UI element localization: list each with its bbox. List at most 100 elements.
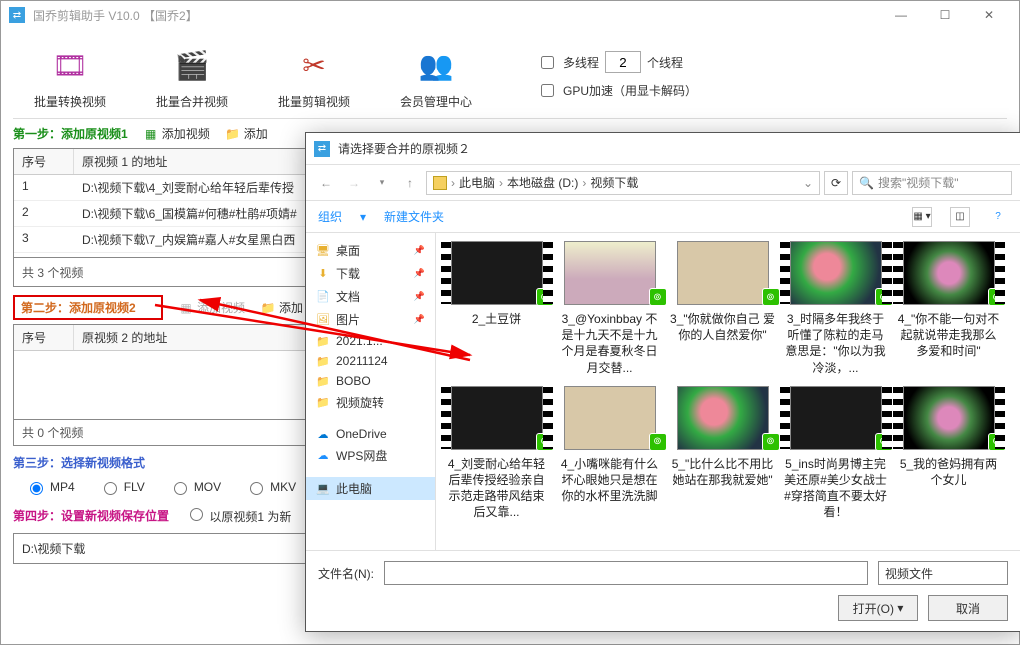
sidebar-item[interactable]: 🖼图片📌 (306, 308, 435, 331)
sidebar-item[interactable]: 📁视频旋转 (306, 391, 435, 414)
cancel-button[interactable]: 取消 (928, 595, 1008, 621)
organize-button[interactable]: 组织 (318, 208, 342, 225)
wechat-badge-icon: ⊚ (762, 288, 780, 306)
use-src-path[interactable]: 以原视频1 为新 (185, 505, 291, 525)
sidebar-item[interactable]: 📁BOBO (306, 371, 435, 391)
cell-num: 2 (14, 201, 74, 226)
dialog-title: 请选择要合并的原视频２ (338, 140, 470, 157)
sidebar-item[interactable]: 📁2021.1... (306, 331, 435, 351)
format-mov[interactable]: MOV (169, 479, 221, 495)
sidebar-label: 桌面 (336, 242, 360, 259)
format-mkv[interactable]: MKV (245, 479, 296, 495)
add-video2-button[interactable]: ▦ 添加视频 (179, 299, 245, 316)
sidebar-label: 文档 (336, 288, 360, 305)
dialog-footer: 文件名(N): 视频文件 打开(O) ▾ 取消 (306, 550, 1020, 631)
gpu-option[interactable]: GPU加速（用显卡解码） (537, 81, 697, 100)
video-thumbnail: ⊚ (677, 386, 769, 450)
file-thumb[interactable]: ⊚5_我的爸妈拥有两个女儿 (896, 386, 1001, 521)
step3-label: 第三步：选择新视频格式 (13, 454, 145, 471)
sidebar-item[interactable]: 📄文档📌 (306, 285, 435, 308)
sidebar-icon: 💻 (316, 482, 330, 496)
sidebar-label: 2021.1... (336, 334, 383, 348)
sidebar-label: 视频旋转 (336, 394, 384, 411)
minimize-button[interactable]: — (879, 1, 923, 29)
maximize-button[interactable]: ☐ (923, 1, 967, 29)
file-name: 3_@Yoxinbbay 不是十九天不是十九个月是春夏秋冬日月交替... (557, 311, 662, 376)
sidebar-item[interactable]: ☁WPS网盘 (306, 444, 435, 467)
sidebar-item[interactable]: 💻此电脑 (306, 477, 435, 500)
tool-cut[interactable]: ✂ 批量剪辑视频 (269, 41, 359, 110)
crumb[interactable]: 此电脑 (459, 174, 495, 191)
video-thumbnail: ⊚ (677, 241, 769, 305)
file-thumb[interactable]: ⊚4_刘雯耐心给年轻后辈传授经验亲自示范走路带风结束后又靠... (444, 386, 549, 521)
wechat-badge-icon: ⊚ (988, 288, 1006, 306)
nav-forward-button[interactable]: → (342, 171, 366, 195)
new-folder-button[interactable]: 新建文件夹 (384, 208, 444, 225)
file-grid: ⊚2_土豆饼⊚3_@Yoxinbbay 不是十九天不是十九个月是春夏秋冬日月交替… (436, 233, 1020, 550)
close-button[interactable]: ✕ (967, 1, 1011, 29)
video-thumbnail: ⊚ (451, 241, 543, 305)
folder-icon (433, 176, 447, 190)
sidebar-icon: 📁 (316, 374, 330, 388)
view-mode-button[interactable]: ▦ ▾ (912, 207, 932, 227)
crumb[interactable]: 本地磁盘 (D:) (507, 174, 578, 191)
file-thumb[interactable]: ⊚2_土豆饼 (444, 241, 549, 376)
pin-icon: 📌 (414, 245, 425, 256)
dialog-sidebar: 🖥桌面📌⬇下载📌📄文档📌🖼图片📌📁2021.1...📁20211124📁BOBO… (306, 233, 436, 550)
help-button[interactable]: ? (988, 207, 1008, 227)
sidebar-item[interactable]: ☁OneDrive (306, 424, 435, 444)
tool-convert[interactable]: 🎞 批量转换视频 (25, 41, 115, 110)
file-thumb[interactable]: ⊚3_@Yoxinbbay 不是十九天不是十九个月是春夏秋冬日月交替... (557, 241, 662, 376)
tool-member[interactable]: 👥 会员管理中心 (391, 41, 481, 110)
sidebar-item[interactable]: 📁20211124 (306, 351, 435, 371)
open-button[interactable]: 打开(O) ▾ (838, 595, 918, 621)
add-folder2-button[interactable]: 📁 添加 (261, 299, 303, 316)
step1-label: 第一步：添加原视频1 (13, 125, 128, 142)
search-input[interactable]: 🔍 搜索"视频下载" (852, 171, 1012, 195)
add-video1-button[interactable]: ▦ 添加视频 (144, 125, 210, 142)
cell-num: 3 (14, 227, 74, 252)
multithread-option[interactable]: 多线程 个线程 (537, 51, 697, 73)
dialog-titlebar: 请选择要合并的原视频２ (306, 133, 1020, 165)
breadcrumb[interactable]: › 此电脑 › 本地磁盘 (D:) › 视频下载 ⌄ (426, 171, 820, 195)
refresh-button[interactable]: ⟳ (824, 171, 848, 195)
filename-input[interactable] (384, 561, 868, 585)
thread-count-input[interactable] (605, 51, 641, 73)
video-thumbnail: ⊚ (790, 386, 882, 450)
app-icon (314, 141, 330, 157)
preview-pane-button[interactable]: ◫ (950, 207, 970, 227)
tool-merge[interactable]: 🎬 批量合并视频 (147, 41, 237, 110)
tool-label: 批量转换视频 (34, 93, 106, 110)
file-thumb[interactable]: ⊚5_ins时尚男博主完美还原#美少女战士#穿搭简直不要太好看！ (783, 386, 888, 521)
plus-icon: ▦ (144, 127, 158, 141)
sidebar-item[interactable]: 🖥桌面📌 (306, 239, 435, 262)
col-number: 序号 (14, 149, 74, 174)
file-name: 3_时隔多年我终于听懂了陈粒的走马意思是："你以为我冷淡，... (783, 311, 888, 376)
wechat-badge-icon: ⊚ (536, 433, 554, 451)
filter-dropdown[interactable]: 视频文件 (878, 561, 1008, 585)
file-thumb[interactable]: ⊚3_"你就做你自己 爱你的人自然爱你" (670, 241, 775, 376)
dialog-toolbar: 组织 ▾ 新建文件夹 ▦ ▾ ◫ ? (306, 201, 1020, 233)
col-number: 序号 (14, 325, 74, 350)
nav-back-button[interactable]: ← (314, 171, 338, 195)
chevron-down-icon[interactable]: ⌄ (803, 176, 813, 190)
file-name: 5_ins时尚男博主完美还原#美少女战士#穿搭简直不要太好看！ (783, 456, 888, 521)
wechat-badge-icon: ⊚ (649, 288, 667, 306)
add-folder1-button[interactable]: 📁 添加 (226, 125, 268, 142)
file-thumb[interactable]: ⊚4_小嘴咪能有什么坏心眼她只是想在你的水杯里洗洗脚 (557, 386, 662, 521)
format-mp4[interactable]: MP4 (25, 479, 75, 495)
multithread-checkbox[interactable] (541, 56, 554, 69)
nav-recent-button[interactable]: ▾ (370, 171, 394, 195)
video-thumbnail: ⊚ (564, 241, 656, 305)
file-thumb[interactable]: ⊚5_"比什么比不用比她站在那我就爱她" (670, 386, 775, 521)
plus-icon: ▦ (179, 301, 193, 315)
gpu-checkbox[interactable] (541, 84, 554, 97)
crumb[interactable]: 视频下载 (590, 174, 638, 191)
nav-up-button[interactable]: ↑ (398, 171, 422, 195)
dialog-nav: ← → ▾ ↑ › 此电脑 › 本地磁盘 (D:) › 视频下载 ⌄ ⟳ 🔍 搜… (306, 165, 1020, 201)
file-thumb[interactable]: ⊚4_"你不能一句对不起就说带走我那么多爱和时间" (896, 241, 1001, 376)
sidebar-item[interactable]: ⬇下载📌 (306, 262, 435, 285)
file-name: 4_小嘴咪能有什么坏心眼她只是想在你的水杯里洗洗脚 (557, 456, 662, 505)
format-flv[interactable]: FLV (99, 479, 145, 495)
file-thumb[interactable]: ⊚3_时隔多年我终于听懂了陈粒的走马意思是："你以为我冷淡，... (783, 241, 888, 376)
